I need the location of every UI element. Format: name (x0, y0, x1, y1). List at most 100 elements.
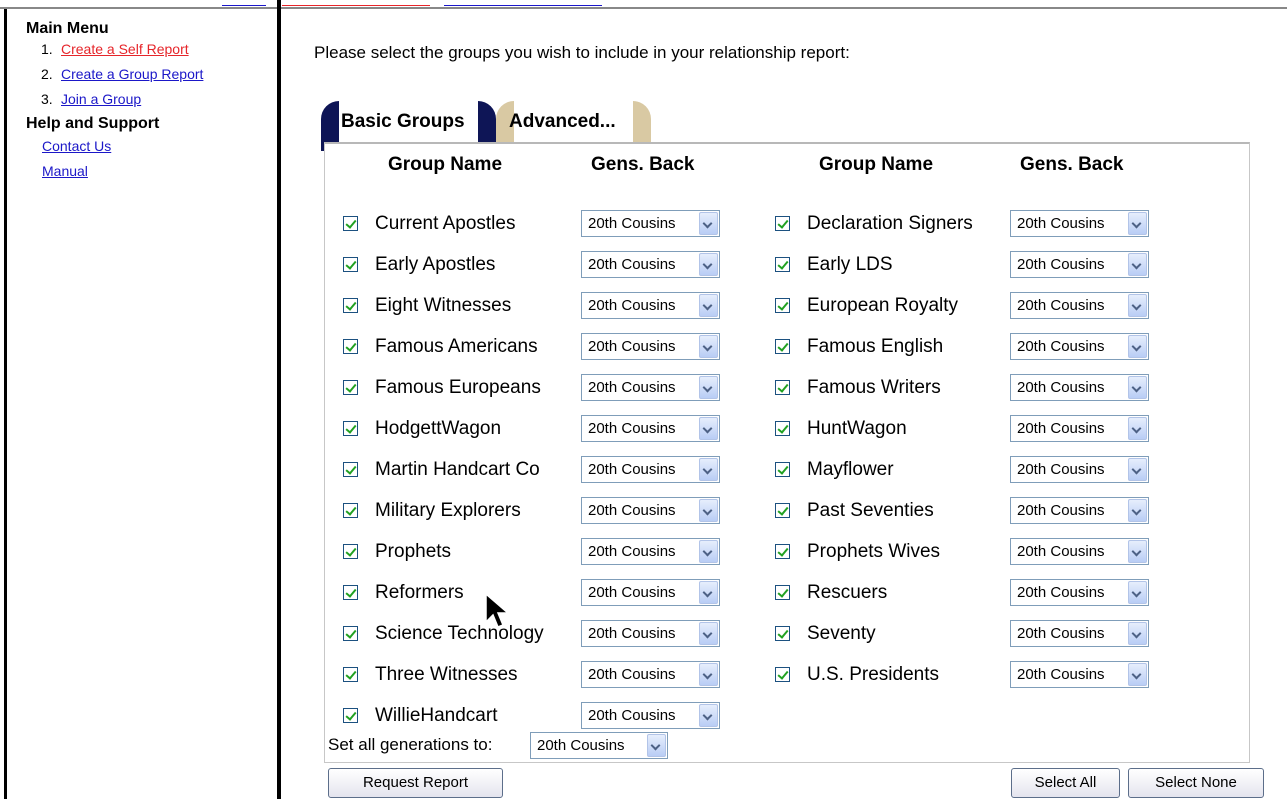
gens-back-select[interactable]: 20th Cousins (1010, 333, 1149, 360)
group-checkbox[interactable] (343, 544, 358, 559)
group-checkbox[interactable] (775, 667, 790, 682)
gens-back-select[interactable]: 20th Cousins (581, 210, 720, 237)
gens-back-select[interactable]: 20th Cousins (1010, 620, 1149, 647)
chevron-down-icon[interactable] (699, 704, 718, 727)
group-checkbox[interactable] (343, 298, 358, 313)
gens-back-select[interactable]: 20th Cousins (581, 456, 720, 483)
manual-link[interactable]: Manual (42, 163, 88, 179)
menu-item-number: 2. (41, 66, 53, 82)
create-group-report-link[interactable]: Create a Group Report (61, 66, 203, 82)
menu-item-number: 3. (41, 91, 53, 107)
chevron-down-icon[interactable] (699, 540, 718, 563)
chevron-down-icon[interactable] (1128, 294, 1147, 317)
chevron-down-icon[interactable] (699, 417, 718, 440)
group-checkbox[interactable] (775, 380, 790, 395)
group-checkbox[interactable] (343, 462, 358, 477)
select-value: 20th Cousins (588, 420, 676, 437)
create-self-report-link[interactable]: Create a Self Report (61, 41, 189, 57)
group-checkbox[interactable] (775, 544, 790, 559)
group-checkbox[interactable] (343, 216, 358, 231)
group-checkbox[interactable] (775, 421, 790, 436)
chevron-down-icon[interactable] (1128, 376, 1147, 399)
chevron-down-icon[interactable] (1128, 540, 1147, 563)
gens-back-select[interactable]: 20th Cousins (1010, 579, 1149, 606)
chevron-down-icon[interactable] (699, 376, 718, 399)
group-checkbox[interactable] (343, 421, 358, 436)
group-checkbox[interactable] (775, 462, 790, 477)
gens-back-select[interactable]: 20th Cousins (1010, 538, 1149, 565)
top-link-fragment (444, 0, 602, 6)
chevron-down-icon[interactable] (699, 458, 718, 481)
group-name: Reformers (375, 582, 464, 603)
gens-back-select[interactable]: 20th Cousins (1010, 497, 1149, 524)
join-group-link[interactable]: Join a Group (61, 91, 141, 107)
select-all-button[interactable]: Select All (1011, 768, 1120, 798)
group-name: HodgettWagon (375, 418, 502, 439)
gens-back-select[interactable]: 20th Cousins (1010, 456, 1149, 483)
request-report-button[interactable]: Request Report (328, 768, 503, 798)
gens-back-select[interactable]: 20th Cousins (1010, 374, 1149, 401)
chevron-down-icon[interactable] (1128, 212, 1147, 235)
chevron-down-icon[interactable] (699, 581, 718, 604)
gens-back-select[interactable]: 20th Cousins (581, 538, 720, 565)
chevron-down-icon[interactable] (699, 253, 718, 276)
chevron-down-icon[interactable] (699, 212, 718, 235)
group-checkbox[interactable] (775, 626, 790, 641)
group-checkbox[interactable] (343, 503, 358, 518)
select-value: 20th Cousins (588, 297, 676, 314)
chevron-down-icon[interactable] (1128, 458, 1147, 481)
group-name-header-left: Group Name (388, 154, 503, 175)
contact-us-link[interactable]: Contact Us (42, 138, 111, 154)
group-checkbox[interactable] (343, 585, 358, 600)
gens-back-select[interactable]: 20th Cousins (1010, 415, 1149, 442)
chevron-down-icon[interactable] (699, 622, 718, 645)
chevron-down-icon[interactable] (699, 335, 718, 358)
group-checkbox[interactable] (343, 380, 358, 395)
group-checkbox[interactable] (775, 585, 790, 600)
group-checkbox[interactable] (343, 708, 358, 723)
chevron-down-icon[interactable] (699, 294, 718, 317)
gens-back-select[interactable]: 20th Cousins (581, 620, 720, 647)
chevron-down-icon[interactable] (1128, 253, 1147, 276)
group-checkbox[interactable] (343, 257, 358, 272)
gens-back-select[interactable]: 20th Cousins (581, 661, 720, 688)
tab-label: Advanced... (509, 111, 616, 132)
group-name: Declaration Signers (807, 213, 973, 234)
select-value: 20th Cousins (1017, 461, 1105, 478)
group-checkbox[interactable] (343, 339, 358, 354)
chevron-down-icon[interactable] (1128, 622, 1147, 645)
gens-back-select[interactable]: 20th Cousins (1010, 251, 1149, 278)
gens-back-select[interactable]: 20th Cousins (1010, 210, 1149, 237)
group-checkbox[interactable] (775, 503, 790, 518)
gens-back-select[interactable]: 20th Cousins (581, 374, 720, 401)
group-checkbox[interactable] (775, 339, 790, 354)
group-name: Current Apostles (375, 213, 516, 234)
group-checkbox[interactable] (775, 257, 790, 272)
group-checkbox[interactable] (775, 298, 790, 313)
set-all-generations-select[interactable]: 20th Cousins (530, 732, 668, 759)
gens-back-select[interactable]: 20th Cousins (581, 415, 720, 442)
gens-back-select[interactable]: 20th Cousins (1010, 292, 1149, 319)
gens-back-select[interactable]: 20th Cousins (581, 292, 720, 319)
chevron-down-icon[interactable] (1128, 417, 1147, 440)
group-checkbox[interactable] (343, 626, 358, 641)
chevron-down-icon[interactable] (699, 663, 718, 686)
chevron-down-icon[interactable] (1128, 663, 1147, 686)
group-checkbox[interactable] (775, 216, 790, 231)
select-value: 20th Cousins (1017, 256, 1105, 273)
gens-back-select[interactable]: 20th Cousins (581, 702, 720, 729)
select-value: 20th Cousins (1017, 297, 1105, 314)
select-none-button[interactable]: Select None (1128, 768, 1264, 798)
chevron-down-icon[interactable] (1128, 499, 1147, 522)
gens-back-select[interactable]: 20th Cousins (1010, 661, 1149, 688)
chevron-down-icon[interactable] (1128, 581, 1147, 604)
gens-back-select[interactable]: 20th Cousins (581, 579, 720, 606)
gens-back-select[interactable]: 20th Cousins (581, 333, 720, 360)
chevron-down-icon[interactable] (699, 499, 718, 522)
gens-back-select[interactable]: 20th Cousins (581, 497, 720, 524)
chevron-down-icon[interactable] (647, 734, 666, 757)
chevron-down-icon[interactable] (1128, 335, 1147, 358)
top-link-fragment (222, 0, 266, 6)
gens-back-select[interactable]: 20th Cousins (581, 251, 720, 278)
group-checkbox[interactable] (343, 667, 358, 682)
